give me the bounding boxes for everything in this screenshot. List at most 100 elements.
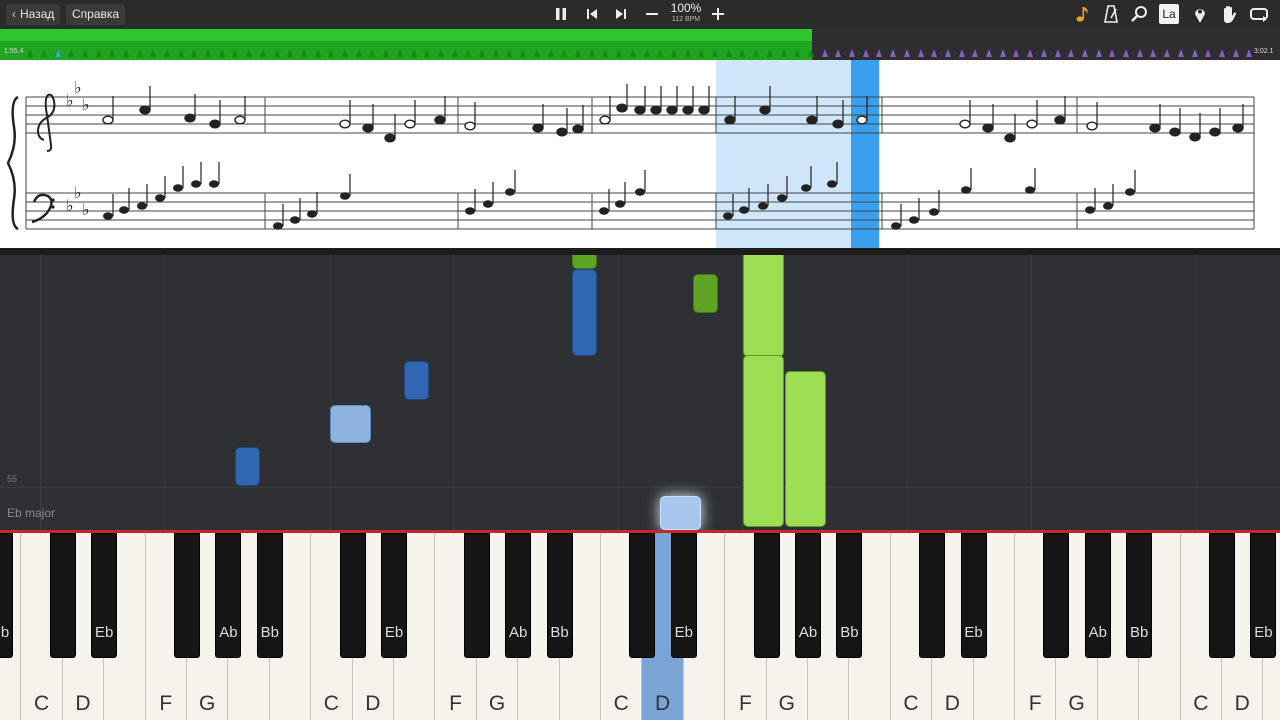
timeline-marker (630, 49, 636, 57)
black-key-Bb[interactable]: Bb (256, 533, 283, 658)
hand-icon[interactable] (1218, 3, 1240, 25)
note-head (723, 212, 733, 220)
note-head (434, 115, 446, 125)
timeline-marker (753, 49, 759, 57)
timeline-marker (205, 49, 211, 57)
black-key-Eb[interactable]: Eb (670, 533, 697, 658)
black-key-Gb[interactable] (463, 533, 490, 658)
black-key-Ab[interactable]: Ab (795, 533, 821, 658)
black-key-Ab[interactable]: Ab (1084, 533, 1111, 658)
note-head (724, 115, 736, 125)
timeline-marker (1205, 49, 1211, 57)
white-key-label: C (323, 692, 339, 715)
music-note-icon[interactable] (1071, 3, 1093, 25)
svg-text:♭: ♭ (66, 91, 74, 110)
note-head (961, 186, 971, 194)
timeline-marker (1150, 49, 1156, 57)
black-key-Eb[interactable]: Eb (1250, 533, 1277, 658)
score-staff: ♭♭♭ ♭♭♭ (6, 60, 1255, 250)
falling-note-left (235, 447, 260, 486)
black-key-Bb[interactable]: Bb (546, 533, 573, 658)
timeline-marker (767, 49, 773, 57)
timeline-marker (452, 49, 458, 57)
black-key-Eb[interactable]: Eb (381, 533, 407, 658)
black-key-Bb[interactable]: Bb (1126, 533, 1153, 658)
svg-text:♭: ♭ (66, 196, 74, 215)
timeline-marker (123, 49, 129, 57)
timeline-marker (301, 49, 307, 57)
note-head (777, 194, 787, 202)
timeline-marker (260, 49, 266, 57)
black-key-Db[interactable] (49, 533, 76, 658)
white-key-label: D (75, 692, 91, 715)
black-key-label: Ab (798, 624, 818, 641)
pause-icon[interactable] (550, 3, 572, 25)
timeline-marker (383, 49, 389, 57)
key-signature-label: Eb major (7, 506, 56, 520)
black-key-Db[interactable] (919, 533, 946, 658)
song-timeline[interactable]: 1:55.4 3:02.1 (0, 29, 1280, 60)
falling-note-left (572, 269, 597, 356)
zoom-in-icon[interactable] (707, 3, 729, 25)
white-key-label: D (944, 692, 960, 715)
note-head (234, 115, 246, 125)
search-icon[interactable] (1129, 3, 1151, 25)
white-key-label: D (655, 692, 671, 715)
black-key-Eb[interactable]: Eb (91, 533, 118, 658)
black-key-label: Eb (95, 624, 114, 641)
skip-forward-icon[interactable] (610, 3, 632, 25)
timeline-marker (959, 49, 965, 57)
skip-back-icon[interactable] (581, 3, 603, 25)
timeline-marker (1219, 49, 1225, 57)
metronome-icon[interactable] (1100, 3, 1122, 25)
black-key-Ab[interactable]: Ab (505, 533, 532, 658)
timeline-marker (808, 49, 814, 57)
lesson-icon[interactable]: La (1158, 3, 1180, 25)
timeline-marker (1233, 49, 1239, 57)
timeline-marker (972, 49, 978, 57)
note-head (465, 207, 475, 215)
zoom-out-icon[interactable] (641, 3, 663, 25)
note-head (982, 123, 994, 133)
note-head (616, 103, 628, 113)
piano-keyboard[interactable]: C D F G C D F G C D F G C D F G C D Eb Ab Bb Eb Ab Bb Eb Ab Bb Eb Ab… (0, 533, 1280, 720)
note-head (209, 119, 221, 129)
help-button[interactable]: Справка (66, 4, 126, 25)
note-head (103, 212, 113, 220)
timeline-marker (561, 49, 567, 57)
measure-gridline (1196, 255, 1197, 530)
svg-text:♭: ♭ (74, 78, 82, 97)
back-button[interactable]: ‹ Назад (6, 4, 61, 25)
loop-icon[interactable] (1248, 3, 1270, 25)
black-key-Eb[interactable]: Eb (960, 533, 987, 658)
timeline-marker (616, 49, 622, 57)
note-head (572, 124, 584, 134)
black-key-Db[interactable] (339, 533, 366, 658)
black-key-Gb[interactable] (174, 533, 200, 658)
note-head (1004, 133, 1016, 143)
black-key-Bb[interactable]: Bb (0, 533, 13, 658)
svg-text:♭: ♭ (82, 200, 90, 219)
measure-gridline (453, 255, 454, 530)
black-key-Gb[interactable] (753, 533, 780, 658)
note-head (191, 180, 201, 188)
measure-gridline (618, 255, 619, 530)
timeline-marker (685, 49, 691, 57)
black-key-Gb[interactable] (1043, 533, 1070, 658)
black-key-Ab[interactable]: Ab (215, 533, 242, 658)
timeline-marker (137, 49, 143, 57)
note-head (273, 222, 283, 230)
timeline-marker (1055, 49, 1061, 57)
black-key-Db[interactable] (1209, 533, 1235, 658)
timeline-marker (164, 49, 170, 57)
timeline-marker (287, 49, 293, 57)
sheet-music[interactable]: ♭ ♭ ♭ ♭ ♭ ♭ (0, 60, 1280, 250)
note-head (1169, 127, 1181, 137)
location-pin-icon[interactable] (1189, 3, 1211, 25)
timeline-marker (41, 49, 47, 57)
black-key-Bb[interactable]: Bb (836, 533, 863, 658)
timeline-marker (1041, 49, 1047, 57)
black-key-Db[interactable] (629, 533, 656, 658)
black-key-label: Bb (840, 624, 859, 641)
note-head (1209, 127, 1221, 137)
